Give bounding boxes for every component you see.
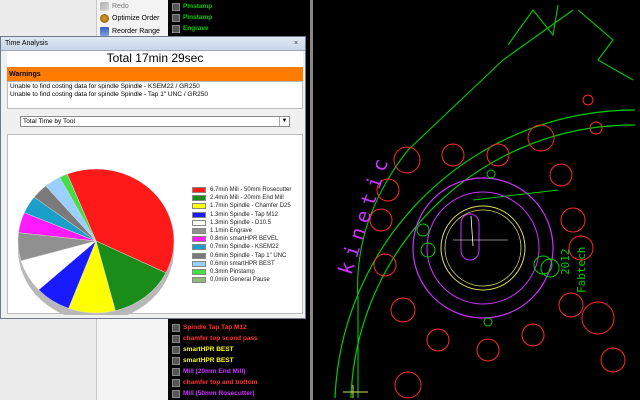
dialog-titlebar[interactable]: Time Analysis × [1,37,305,51]
legend-item: 0.0min General Pause [192,276,270,284]
operation-label: Spindle Tap Tap M12 [183,324,247,331]
operation-icon [172,367,180,376]
operation-icon [172,378,180,387]
legend-label: 0.8min smartHPR BEVEL [210,236,279,243]
operation-label: Mill (50mm Rosecutter) [183,390,255,397]
operation-label: Engrave [183,25,209,32]
chart-panel: 6.7min Mill - 50mm Rosecutter 2.4min Mill… [7,134,303,315]
legend-swatch [192,277,206,284]
operation-list-item[interactable]: Mill (50mm Rosecutter) [172,388,255,399]
operation-label: Pinstamp [183,14,213,21]
legend-item: 1.3min Spindle - Tap M12 [192,211,278,219]
cad-text-fabtech: Fabtech [575,246,588,293]
operation-list-item[interactable]: chamfer top and bottom [172,377,257,388]
legend-label: 6.7min Mill - 50mm Rosecutter [210,187,292,193]
breakdown-select-value: Total Time by Tool [23,118,75,125]
legend-label: 1.3min Spindle - D10.5 [210,219,272,226]
legend-item: 0.3min Pinstamp [192,268,255,276]
operation-label: smartHPR BEST [183,346,234,353]
legend-item: 6.7min Mill - 50mm Rosecutter [192,186,291,194]
operation-icon [172,389,180,398]
optimize-icon [100,14,109,23]
operation-list-item[interactable]: chamfer top scond pass [172,333,258,344]
pie-chart [17,168,175,315]
legend-item: 0.6min Spindle - Tap 1" UNC [192,252,286,260]
operation-icon [172,345,180,354]
legend-swatch [192,228,206,234]
legend-swatch [192,269,206,275]
legend-swatch [192,203,206,210]
warning-item: Unable to find costing data for spindle … [10,91,209,98]
chevron-down-icon[interactable]: ▼ [279,117,289,126]
legend-swatch [192,260,206,267]
legend-swatch [192,219,206,226]
close-button[interactable]: × [291,39,301,48]
legend-label: 0.7min Spindle - KSEM22 [210,244,279,251]
operation-label: Mill (20mm End Mill) [183,368,246,375]
legend-swatch [192,252,206,259]
legend-label: 2.4min Mill - 20mm End Mill [210,195,284,202]
legend-item: 0.8min smartHPR BEVEL [192,235,278,243]
legend-swatch [192,236,206,243]
legend-label: 1.3min Spindle - Tap M12 [210,211,278,218]
legend-label: 0.0min General Pause [210,277,270,284]
warnings-header: Warnings [7,67,303,81]
operation-label: smartHPR BEST [183,357,234,364]
legend-item: 1.1min Engrave [192,227,252,235]
breakdown-select[interactable]: Total Time by Tool ▼ [20,116,290,127]
warning-item: Unable to find costing data for spindle … [10,83,200,90]
optimize-order-button[interactable]: Optimize Order [100,12,159,25]
legend-label: 1.1min Engrave [210,228,253,234]
legend-item: 2.4min Mill - 20mm End Mill [192,194,284,202]
operation-list-item[interactable]: smartHPR BEST [172,355,234,366]
operation-list-item[interactable]: Spindle Tap Tap M12 [172,322,247,333]
operation-icon [172,334,180,343]
operation-list-item[interactable]: Engrave [172,23,209,34]
operation-icon [172,323,180,332]
legend-swatch [192,195,206,202]
legend-swatch [192,244,206,251]
operation-icon [172,24,180,33]
operation-label: chamfer top scond pass [183,335,258,342]
time-analysis-dialog: Time Analysis × Total 17min 29sec Warnin… [0,36,306,319]
operation-label: chamfer top and bottom [183,379,258,386]
operation-list-item[interactable]: smartHPR BEST [172,344,234,355]
legend-item: 1.3min Spindle - D10.5 [192,219,271,227]
operation-icon [172,356,180,365]
redo-icon [100,2,109,11]
legend-label: 1.7min Spindle - Chamfer D25 [210,203,291,210]
operation-icon [172,13,180,22]
legend-item: 0.6min smartHPR BEST [192,260,275,268]
reorder-icon [100,27,109,36]
dialog-title: Time Analysis [5,40,48,47]
legend-swatch [192,211,206,218]
legend-item: 1.7min Spindle - Chamfer D25 [192,202,291,210]
operation-list-item[interactable]: Pinstamp [172,12,212,23]
cad-text-year: 2012 [559,248,572,276]
operation-list-item[interactable]: Pinstamp [172,1,212,12]
legend-swatch [192,187,206,193]
total-time: Total 17min 29sec [7,51,303,67]
operation-icon [172,2,180,11]
operation-list-item[interactable]: Mill (20mm End Mill) [172,366,245,377]
operation-label: Pinstamp [183,3,213,10]
legend-label: 0.6min Spindle - Tap 1" UNC [210,252,287,259]
cad-viewport[interactable]: kinetic 2012 Fabtech [313,0,640,400]
legend-label: 0.6min smartHPR BEST [210,260,275,267]
warnings-list[interactable]: Unable to find costing data for spindle … [7,81,303,109]
legend-label: 0.3min Pinstamp [210,269,255,275]
legend-item: 0.7min Spindle - KSEM22 [192,243,279,251]
